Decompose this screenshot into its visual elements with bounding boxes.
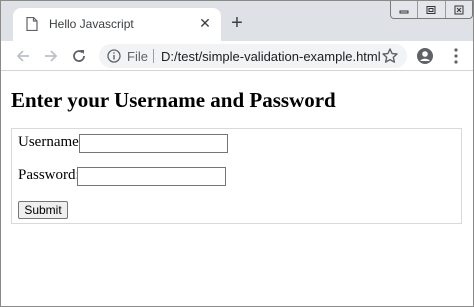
page-content: Enter your Username and Password Usernam…: [1, 72, 473, 306]
minimize-button[interactable]: [391, 1, 419, 18]
star-icon[interactable]: [381, 47, 399, 65]
arrow-right-icon: [45, 50, 58, 62]
toolbar: File D:/test/simple-validation-example.h…: [1, 41, 473, 71]
scheme-label: File: [127, 49, 148, 64]
close-window-button[interactable]: [446, 1, 472, 18]
browser-window: Hello Javascript ✕ + File D:/test/simple…: [0, 0, 474, 307]
restore-button[interactable]: [418, 1, 446, 18]
password-input[interactable]: [77, 167, 226, 186]
username-input[interactable]: [79, 134, 228, 153]
username-label: Username:: [18, 134, 83, 150]
omnibox-divider: [153, 49, 154, 63]
password-label: Password:: [18, 167, 80, 183]
address-bar[interactable]: File D:/test/simple-validation-example.h…: [99, 44, 407, 68]
tab-strip: Hello Javascript ✕ +: [1, 1, 473, 41]
url-text[interactable]: D:/test/simple-validation-example.html: [161, 49, 381, 64]
tab-title: Hello Javascript: [49, 17, 134, 31]
arrow-left-icon: [16, 50, 29, 62]
page-icon: [26, 17, 38, 31]
minimize-icon: [399, 10, 409, 13]
back-button[interactable]: [12, 45, 34, 67]
account-icon[interactable]: [416, 47, 434, 65]
login-form: Username: Password: Submit: [11, 128, 462, 224]
reload-icon: [73, 50, 85, 62]
info-icon[interactable]: [107, 49, 121, 63]
forward-button[interactable]: [40, 45, 62, 67]
close-window-icon: [454, 5, 464, 14]
window-controls: [390, 1, 473, 19]
submit-button[interactable]: Submit: [18, 201, 68, 219]
page-heading: Enter your Username and Password: [11, 88, 336, 112]
close-icon[interactable]: ✕: [197, 15, 213, 31]
reload-button[interactable]: [68, 45, 90, 67]
restore-icon: [426, 5, 436, 14]
tab-active[interactable]: Hello Javascript ✕: [13, 8, 221, 41]
vertical-dots-icon[interactable]: [449, 47, 463, 65]
new-tab-button[interactable]: +: [227, 13, 247, 33]
